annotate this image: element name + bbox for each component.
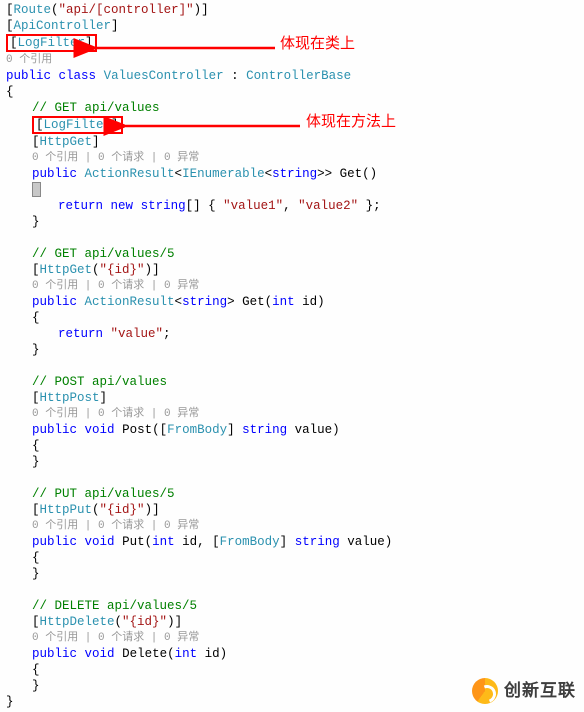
code-line: [HttpPut("{id}")]	[6, 502, 578, 518]
code-line: [Route("api/[controller]")]	[6, 2, 578, 18]
codelens[interactable]: 0 个引用 | 0 个请求 | 0 异常	[6, 150, 578, 166]
codelens[interactable]: 0 个引用 | 0 个请求 | 0 异常	[6, 630, 578, 646]
code-comment: // GET api/values/5	[6, 246, 578, 262]
code-line: }	[6, 454, 578, 470]
blank-line	[6, 582, 578, 598]
code-line: [HttpGet]	[6, 134, 578, 150]
code-line: {	[6, 438, 578, 454]
code-line: {	[6, 84, 578, 100]
code-line	[6, 182, 578, 198]
code-line: }	[6, 214, 578, 230]
logfilter-class-attr: [LogFilter]	[6, 34, 97, 52]
code-line: public void Post([FromBody] string value…	[6, 422, 578, 438]
code-comment: // DELETE api/values/5	[6, 598, 578, 614]
cursor	[32, 182, 41, 197]
codelens[interactable]: 0 个引用 | 0 个请求 | 0 异常	[6, 278, 578, 294]
code-line: return new string[] { "value1", "value2"…	[6, 198, 578, 214]
code-line: [LogFilter]	[6, 116, 578, 134]
codelens[interactable]: 0 个引用 | 0 个请求 | 0 异常	[6, 406, 578, 422]
code-line: public void Delete(int id)	[6, 646, 578, 662]
watermark: 创新互联	[472, 678, 576, 704]
blank-line	[6, 470, 578, 486]
code-line: public ActionResult<IEnumerable<string>>…	[6, 166, 578, 182]
watermark-text: 创新互联	[504, 683, 576, 699]
logfilter-method-attr: [LogFilter]	[32, 116, 123, 134]
code-line: [HttpDelete("{id}")]	[6, 614, 578, 630]
code-line: [HttpPost]	[6, 390, 578, 406]
blank-line	[6, 230, 578, 246]
code-line: [LogFilter]	[6, 34, 578, 52]
code-line: [HttpGet("{id}")]	[6, 262, 578, 278]
code-line: }	[6, 566, 578, 582]
code-line: public ActionResult<string> Get(int id)	[6, 294, 578, 310]
code-line: public void Put(int id, [FromBody] strin…	[6, 534, 578, 550]
code-line: {	[6, 310, 578, 326]
code-line: {	[6, 662, 578, 678]
codelens[interactable]: 0 个引用	[6, 52, 578, 68]
watermark-logo-icon	[472, 678, 498, 704]
code-comment: // PUT api/values/5	[6, 486, 578, 502]
blank-line	[6, 358, 578, 374]
code-line: return "value";	[6, 326, 578, 342]
code-comment: // POST api/values	[6, 374, 578, 390]
code-line: {	[6, 550, 578, 566]
code-comment: // GET api/values	[6, 100, 578, 116]
code-line: public class ValuesController : Controll…	[6, 68, 578, 84]
code-line: [ApiController]	[6, 18, 578, 34]
codelens[interactable]: 0 个引用 | 0 个请求 | 0 异常	[6, 518, 578, 534]
code-line: }	[6, 342, 578, 358]
